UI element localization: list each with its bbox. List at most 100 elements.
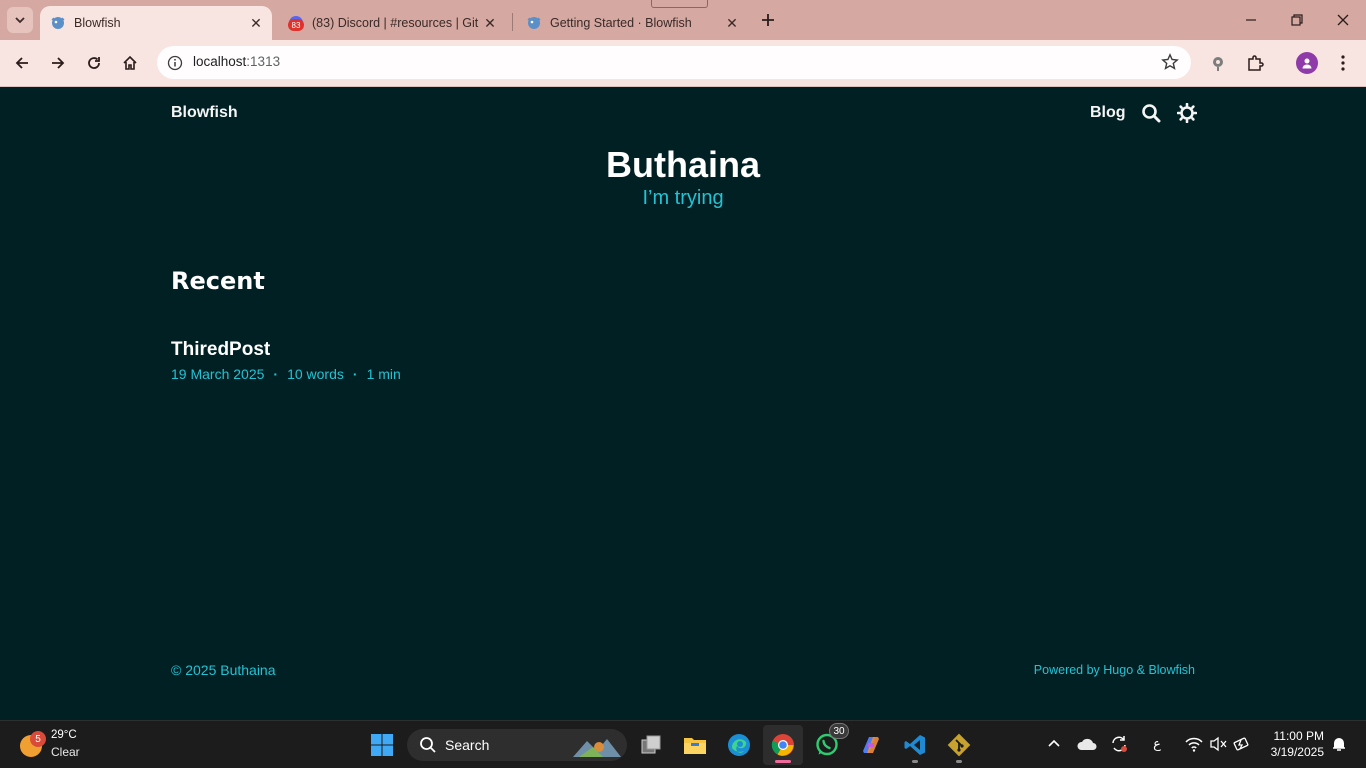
minimize-button[interactable] <box>1228 0 1274 40</box>
close-icon[interactable]: ✕ <box>722 13 742 33</box>
notification-badge: 30 <box>829 723 849 739</box>
clock-date: 3/19/2025 <box>1270 745 1324 759</box>
new-tab-button[interactable] <box>756 8 780 32</box>
tab-title: (83) Discord | #resources | Git E <box>312 16 480 30</box>
post-meta: 19 March 2025 · 10 words · 1 min <box>171 366 401 382</box>
restore-icon <box>1291 14 1303 26</box>
tab-blowfish[interactable]: Blowfish ✕ <box>40 6 272 40</box>
search-highlight-illustration-icon <box>573 739 621 757</box>
tab-badge: 83 <box>288 19 304 31</box>
edge-browser-icon <box>728 734 750 756</box>
clock-time: 11:00 PM <box>1273 729 1324 743</box>
copilot-icon <box>863 737 879 753</box>
windows-logo-icon <box>371 734 393 756</box>
tab-getting-started[interactable]: Getting Started · Blowfish ✕ <box>516 6 748 40</box>
close-window-button[interactable] <box>1320 0 1366 40</box>
post-date: 19 March 2025 <box>171 366 265 382</box>
search-icon[interactable] <box>1141 103 1161 123</box>
battery-charging-icon[interactable] <box>1231 733 1253 755</box>
theme-toggle-sun-icon[interactable] <box>1176 102 1198 124</box>
bookmark-star-icon[interactable] <box>1161 53 1179 76</box>
site-title-link[interactable]: Blowfish <box>171 104 238 122</box>
meta-separator: · <box>352 366 358 382</box>
tab-title: Blowfish <box>74 16 121 30</box>
author-name: Buthaina <box>605 144 760 185</box>
weather-widget[interactable]: 5 29°C Clear <box>18 727 128 763</box>
running-indicator <box>912 760 918 763</box>
lens-icon[interactable] <box>1206 51 1230 75</box>
close-icon[interactable]: ✕ <box>246 13 266 33</box>
home-icon <box>123 55 137 70</box>
tab-discord[interactable]: 83 (83) Discord | #resources | Git E ✕ <box>278 6 506 40</box>
search-icon <box>420 737 436 753</box>
running-indicator <box>956 760 962 763</box>
file-explorer-button[interactable] <box>675 725 715 765</box>
footer-powered-by-link[interactable]: Powered by Hugo & Blowfish <box>1034 663 1195 677</box>
wifi-icon[interactable] <box>1183 733 1205 755</box>
weather-condition: Clear <box>51 745 80 759</box>
profile-avatar[interactable] <box>1296 52 1318 74</box>
home-button[interactable] <box>116 49 144 77</box>
person-icon <box>1302 58 1312 69</box>
browser-toolbar: localhost:1313 <box>0 40 1366 87</box>
tab-divider <box>512 13 513 31</box>
close-icon[interactable]: ✕ <box>480 13 500 33</box>
back-button[interactable] <box>8 49 36 77</box>
task-view-button[interactable] <box>631 725 671 765</box>
url-text[interactable]: localhost:1313 <box>193 54 280 69</box>
git-icon <box>947 733 971 757</box>
url-host: localhost <box>193 54 247 69</box>
footer-copyright: © 2025 Buthaina <box>171 662 276 678</box>
extensions-puzzle-icon[interactable] <box>1243 51 1267 75</box>
start-button[interactable] <box>362 725 402 765</box>
running-indicator <box>775 760 791 763</box>
nav-blog-link[interactable]: Blog <box>1090 104 1126 122</box>
task-view-icon <box>641 735 661 754</box>
discord-favicon-icon: 83 <box>288 15 304 31</box>
chevron-down-icon <box>15 17 25 24</box>
edge-button[interactable] <box>719 725 759 765</box>
taskbar-search[interactable]: Search <box>407 729 627 761</box>
arrow-right-icon <box>52 57 65 69</box>
meta-separator: · <box>273 366 279 382</box>
blowfish-favicon-icon <box>526 15 542 31</box>
post-word-count: 10 words <box>287 366 344 382</box>
post-title-link[interactable]: ThiredPost <box>171 339 270 361</box>
url-port: :1313 <box>246 54 281 69</box>
recent-heading: Recent <box>171 267 265 295</box>
git-button[interactable] <box>939 725 979 765</box>
language-indicator[interactable]: ع <box>1146 733 1168 755</box>
vscode-icon <box>904 735 925 755</box>
arrow-left-icon <box>15 57 28 69</box>
weather-badge: 5 <box>30 731 46 747</box>
chevron-up-icon[interactable] <box>1043 733 1065 755</box>
copilot-button[interactable] <box>851 725 891 765</box>
onedrive-cloud-icon[interactable] <box>1076 733 1098 755</box>
restore-button[interactable] <box>1274 0 1320 40</box>
vscode-button[interactable] <box>895 725 935 765</box>
post-read-time: 1 min <box>366 366 401 382</box>
clock[interactable]: 11:00 PM 3/19/2025 <box>1271 728 1324 760</box>
blowfish-favicon-icon <box>50 15 66 31</box>
chrome-button[interactable] <box>763 725 803 765</box>
reload-button[interactable] <box>80 49 108 77</box>
tab-strip: Blowfish ✕ 83 (83) Discord | #resources … <box>0 0 1366 40</box>
close-icon <box>1337 14 1349 26</box>
tab-search-button[interactable] <box>7 7 33 33</box>
folder-icon <box>684 738 706 754</box>
notification-bell-icon[interactable] <box>1328 733 1350 755</box>
site-info-icon[interactable] <box>165 53 184 72</box>
whatsapp-button[interactable]: 30 <box>807 723 849 765</box>
minimize-icon <box>1246 19 1256 21</box>
search-label: Search <box>445 737 490 753</box>
speaker-muted-icon[interactable] <box>1207 733 1229 755</box>
kebab-menu-icon[interactable] <box>1331 51 1355 75</box>
forward-button[interactable] <box>44 49 72 77</box>
address-bar[interactable]: localhost:1313 <box>157 46 1191 79</box>
reload-icon <box>88 57 100 69</box>
taskbar: 5 29°C Clear Search 30 ع 11:00 PM 3/19/2… <box>0 720 1366 768</box>
chrome-icon <box>771 734 794 756</box>
author-tagline: I’m trying <box>642 187 724 209</box>
sync-icon[interactable] <box>1108 733 1130 755</box>
web-page: Blowfish Blog Buthaina I’m trying Recent… <box>0 87 1366 720</box>
